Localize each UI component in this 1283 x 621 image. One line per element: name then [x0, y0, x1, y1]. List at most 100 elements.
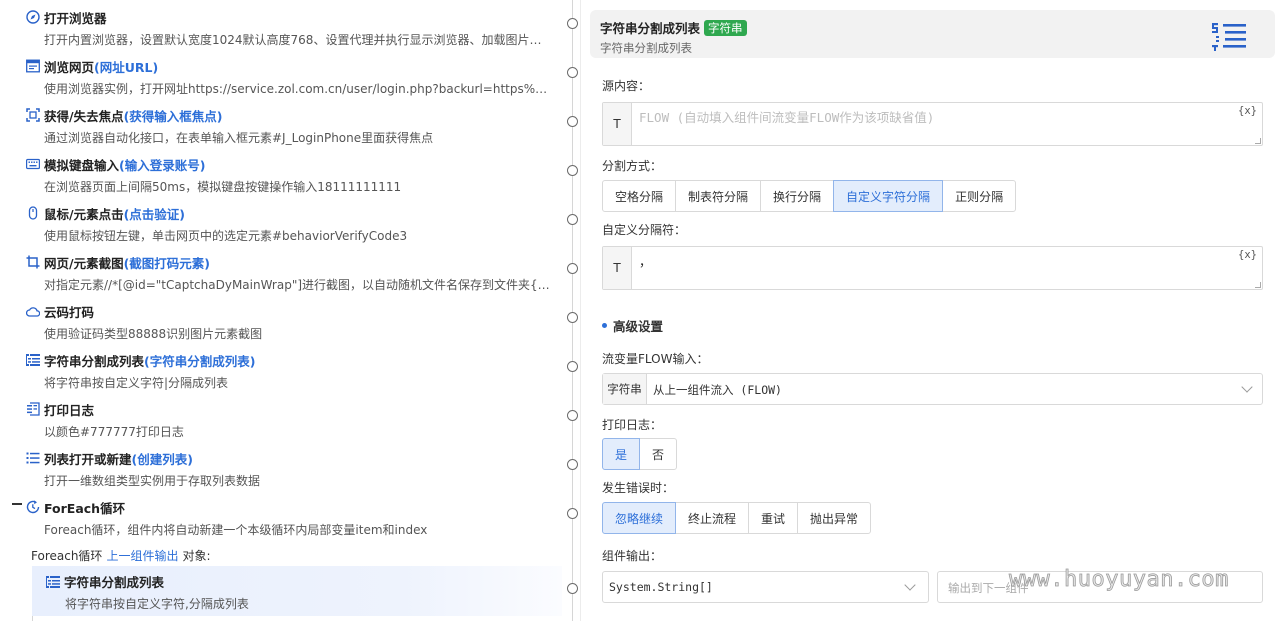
flow-type-prefix: 字符串: [603, 374, 647, 404]
advanced-settings-label: 高级设置: [613, 319, 664, 334]
custom-separator-value: ，: [639, 254, 652, 269]
workflow-step[interactable]: 字符串分割成列表 (字符串分割成列表) 将字符串按自定义字符|分隔成列表: [0, 345, 570, 394]
workflow-step-list: 打开浏览器打开内置浏览器，设置默认宽度1024默认高度768、设置代理并执行显示…: [0, 0, 580, 621]
flow-input-select[interactable]: 字符串 从上一组件流入 (FLOW): [602, 373, 1263, 405]
on-error-option[interactable]: 终止流程: [675, 502, 750, 534]
connector-knob[interactable]: [567, 459, 578, 470]
nested-step-split-string[interactable]: 字符串分割成列表 将字符串按自定义字符,分隔成列表: [32, 566, 562, 616]
flow-input-label: 流变量FLOW输入：: [602, 352, 709, 366]
watermark: www.huoyuyan.com: [1009, 567, 1229, 593]
on-error-option[interactable]: 忽略继续: [602, 502, 677, 534]
resize-grip-icon[interactable]: [1255, 138, 1261, 144]
on-error-label: 发生错误时：: [602, 481, 675, 495]
cloud-icon: [26, 304, 40, 318]
workflow-step[interactable]: 云码打码 使用验证码类型88888识别图片元素截图: [0, 296, 570, 345]
step-description: 在浏览器页面上间隔50ms，模拟键盘按键操作输入18111111111: [44, 180, 402, 194]
workflow-step[interactable]: 网页/元素截图 (截图打码元素) 对指定元素//*[@id="tCaptchaDyM…: [0, 247, 570, 296]
connector-knob[interactable]: [567, 18, 578, 29]
split-list-icon: [46, 575, 60, 589]
step-name: 打开浏览器: [44, 10, 107, 26]
workflow-step[interactable]: 鼠标/元素点击 (点击验证) 使用鼠标按钮左键，单击网页中的选定元素#behavio…: [0, 198, 570, 247]
workflow-step[interactable]: 打开浏览器打开内置浏览器，设置默认宽度1024默认高度768、设置代理并执行显示…: [0, 2, 570, 51]
resize-grip-icon[interactable]: [1255, 282, 1261, 288]
print-log-option[interactable]: 否: [639, 438, 678, 470]
loop-icon: [26, 500, 40, 514]
print-log-option[interactable]: 是: [602, 438, 641, 470]
variable-insert-icon[interactable]: {x}: [1238, 249, 1257, 261]
connector-knob[interactable]: [567, 583, 578, 594]
connector-knob[interactable]: [567, 67, 578, 78]
variable-insert-icon[interactable]: {x}: [1238, 105, 1257, 117]
advanced-settings-heading[interactable]: 高级设置: [602, 316, 663, 335]
split-mode-option[interactable]: 制表符分隔: [675, 180, 762, 212]
chevron-down-icon: [1241, 381, 1253, 393]
step-name: 云码打码: [44, 304, 95, 320]
chevron-down-icon: [904, 579, 916, 591]
connector-knob[interactable]: [567, 214, 578, 225]
flow-input-value: 从上一组件流入 (FLOW): [653, 383, 782, 397]
step-alias: (获得输入框焦点): [123, 108, 223, 124]
step-alias: (字符串分割成列表): [144, 353, 256, 369]
step-name: 网页/元素截图: [44, 255, 124, 271]
workflow-step[interactable]: 模拟键盘输入 (输入登录账号) 在浏览器页面上间隔50ms，模拟键盘按键操作输入18…: [0, 149, 570, 198]
connector-knob[interactable]: [567, 263, 578, 274]
custom-separator-input[interactable]: T ， {x}: [602, 246, 1263, 290]
step-name: 鼠标/元素点击: [44, 206, 124, 222]
on-error-option[interactable]: 抛出异常: [797, 502, 872, 534]
split-mode-option[interactable]: 换行分隔: [760, 180, 835, 212]
step-description: 打开一维数组类型实例用于存取列表数据: [44, 474, 261, 488]
crop-icon: [26, 255, 40, 269]
workflow-step[interactable]: 浏览网页 (网址URL) 使用浏览器实例，打开网址https://service.z…: [0, 51, 570, 100]
connector-knob[interactable]: [567, 410, 578, 421]
focus-frame-icon: [26, 108, 40, 122]
step-description: 使用鼠标按钮左键，单击网页中的选定元素#behaviorVerifyCode3: [44, 229, 408, 243]
workflow-step[interactable]: 列表打开或新建 (创建列表) 打开一维数组类型实例用于存取列表数据: [0, 443, 570, 492]
connector-knob[interactable]: [567, 116, 578, 127]
compass-icon: [26, 10, 40, 24]
source-placeholder: FLOW (自动填入组件间流变量FLOW作为该项缺省值): [639, 110, 935, 125]
connector-knob[interactable]: [567, 361, 578, 372]
source-label: 源内容：: [602, 79, 651, 93]
step-alias: (创建列表): [131, 451, 193, 467]
panel-divider[interactable]: [580, 0, 581, 621]
output-type-select[interactable]: System.String[]: [602, 571, 929, 603]
split-list-icon: [26, 353, 40, 367]
output-label: 组件输出：: [602, 549, 663, 563]
split-mode-option[interactable]: 正则分隔: [942, 180, 1017, 212]
type-badge: 字符串: [704, 19, 747, 36]
nested-step-desc: 将字符串按自定义字符,分隔成列表: [65, 597, 249, 611]
keyboard-icon: [26, 157, 40, 171]
print-log-group: 是否: [602, 438, 678, 470]
step-name: 模拟键盘输入: [44, 157, 120, 173]
panel-title: 字符串分割成列表: [600, 21, 701, 36]
list-icon: [26, 451, 40, 465]
split-mode-option[interactable]: 空格分隔: [602, 180, 677, 212]
panel-header: 字符串分割成列表 字符串 字符串分割成列表: [590, 10, 1275, 58]
step-description: 打开内置浏览器，设置默认宽度1024默认高度768、设置代理并执行显示浏览器、加…: [44, 33, 552, 47]
workflow-step[interactable]: 获得/失去焦点 (获得输入框焦点) 通过浏览器自动化接口，在表单输入框元素#J_Lo…: [0, 100, 570, 149]
collapse-loop-icon[interactable]: [12, 503, 22, 505]
split-mode-option[interactable]: 自定义字符分隔: [833, 180, 944, 212]
step-name: 浏览网页: [44, 59, 95, 75]
step-name: 获得/失去焦点: [44, 108, 124, 124]
step-description: 使用浏览器实例，打开网址https://service.zol.com.cn/u…: [44, 82, 552, 96]
on-error-group: 忽略继续 终止流程 重试 抛出异常: [602, 502, 872, 534]
on-error-option[interactable]: 重试: [748, 502, 799, 534]
step-alias: (点击验证): [123, 206, 186, 222]
loop-source-link[interactable]: 上一组件输出: [106, 547, 178, 564]
print-log-label: 打印日志：: [602, 418, 663, 432]
properties-panel: 字符串分割成列表 字符串 字符串分割成列表 源内容： T FLOW (自动填入组…: [590, 0, 1283, 621]
split-mode-label: 分割方式：: [602, 159, 663, 173]
step-description: Foreach循环，组件内将自动新建一个本级循环内局部变量item和index: [44, 523, 428, 537]
panel-subtitle: 字符串分割成列表: [600, 41, 692, 55]
connector-knob[interactable]: [567, 165, 578, 176]
step-name: ForEach循环: [44, 500, 126, 516]
workflow-step[interactable]: ForEach循环 Foreach循环，组件内将自动新建一个本级循环内局部变量it…: [0, 492, 570, 541]
step-name: 打印日志: [44, 402, 95, 418]
nested-step-name: 字符串分割成列表: [64, 575, 165, 590]
workflow-step[interactable]: 打印日志 以颜色#777777打印日志: [0, 394, 570, 443]
source-input[interactable]: T FLOW (自动填入组件间流变量FLOW作为该项缺省值) {x}: [602, 102, 1263, 146]
step-name: 字符串分割成列表: [44, 353, 145, 369]
connector-knob[interactable]: [567, 312, 578, 323]
connector-knob[interactable]: [567, 508, 578, 519]
